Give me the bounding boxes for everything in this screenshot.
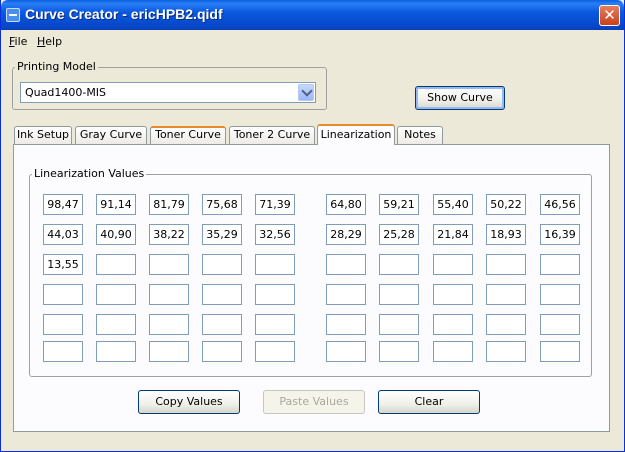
linearization-value-input[interactable]: [486, 254, 526, 275]
menu-help-label: elp: [45, 35, 63, 48]
linearization-value-input[interactable]: 40,90: [96, 224, 136, 245]
linearization-value-input[interactable]: 38,22: [149, 224, 189, 245]
linearization-value-input[interactable]: 44,03: [43, 224, 83, 245]
linearization-value-input[interactable]: 32,56: [255, 224, 295, 245]
linearization-value-input[interactable]: [326, 341, 366, 362]
linearization-value-input[interactable]: 50,22: [486, 194, 526, 215]
linearization-value-input[interactable]: [255, 284, 295, 305]
show-curve-button[interactable]: Show Curve: [415, 86, 505, 110]
linearization-value-input[interactable]: [202, 284, 242, 305]
window-title: Curve Creator - ericHPB2.qidf: [25, 6, 223, 22]
linearization-value-input[interactable]: [149, 341, 189, 362]
printing-model-select[interactable]: Quad1400-MIS: [20, 82, 316, 103]
linearization-value-input[interactable]: [379, 254, 419, 275]
menu-bar: File Help: [2, 30, 623, 52]
printing-model-value: Quad1400-MIS: [25, 86, 107, 99]
linearization-value-input[interactable]: [43, 314, 83, 335]
linearization-value-input[interactable]: [486, 284, 526, 305]
linearization-value-input[interactable]: [379, 341, 419, 362]
tab-toner-curve[interactable]: Toner Curve: [150, 126, 226, 144]
linearization-value-input[interactable]: [43, 284, 83, 305]
linearization-value-input[interactable]: [202, 314, 242, 335]
linearization-value-input[interactable]: [202, 341, 242, 362]
linearization-value-input[interactable]: [486, 314, 526, 335]
linearization-value-input[interactable]: 59,21: [379, 194, 419, 215]
linearization-value-input[interactable]: [326, 284, 366, 305]
linearization-value-input[interactable]: 55,40: [433, 194, 473, 215]
linearization-values-legend: Linearization Values: [32, 167, 147, 180]
linearization-value-input[interactable]: 46,56: [540, 194, 580, 215]
tab-gray-curve[interactable]: Gray Curve: [75, 126, 147, 144]
linearization-value-input[interactable]: [540, 341, 580, 362]
linearization-value-input[interactable]: [540, 254, 580, 275]
linearization-value-input[interactable]: 75,68: [202, 194, 242, 215]
linearization-value-input[interactable]: 13,55: [43, 254, 83, 275]
tab-ink-setup[interactable]: Ink Setup: [14, 126, 72, 144]
linearization-value-input[interactable]: [433, 341, 473, 362]
linearization-value-input[interactable]: [433, 284, 473, 305]
linearization-value-input[interactable]: [255, 341, 295, 362]
linearization-value-input[interactable]: [43, 341, 83, 362]
printing-model-legend: Printing Model: [15, 60, 98, 73]
linearization-value-input[interactable]: [486, 341, 526, 362]
linearization-value-input[interactable]: 35,29: [202, 224, 242, 245]
linearization-value-input[interactable]: 91,14: [96, 194, 136, 215]
linearization-value-input[interactable]: [540, 284, 580, 305]
linearization-value-input[interactable]: 25,28: [379, 224, 419, 245]
linearization-value-input[interactable]: [149, 314, 189, 335]
linearization-value-input[interactable]: [255, 254, 295, 275]
linearization-value-input[interactable]: [96, 341, 136, 362]
linearization-value-input[interactable]: [540, 314, 580, 335]
linearization-value-input[interactable]: [149, 284, 189, 305]
linearization-value-input[interactable]: 16,39: [540, 224, 580, 245]
app-icon[interactable]: [6, 8, 20, 22]
linearization-value-input[interactable]: [96, 254, 136, 275]
menu-file-label: ile: [14, 35, 28, 48]
tab-linearization[interactable]: Linearization: [317, 124, 395, 145]
linearization-value-input[interactable]: [149, 254, 189, 275]
close-icon[interactable]: ✕: [599, 5, 620, 26]
chevron-down-icon[interactable]: [298, 84, 314, 101]
linearization-value-input[interactable]: 98,47: [43, 194, 83, 215]
linearization-value-input[interactable]: 28,29: [326, 224, 366, 245]
linearization-value-input[interactable]: [326, 254, 366, 275]
title-bar[interactable]: Curve Creator - ericHPB2.qidf ✕: [1, 0, 624, 30]
linearization-value-input[interactable]: 64,80: [326, 194, 366, 215]
menu-file[interactable]: File: [9, 35, 27, 48]
linearization-value-input[interactable]: [96, 284, 136, 305]
copy-values-button[interactable]: Copy Values: [138, 390, 240, 414]
linearization-value-input[interactable]: [379, 314, 419, 335]
clear-button[interactable]: Clear: [378, 390, 480, 414]
linearization-value-input[interactable]: 71,39: [255, 194, 295, 215]
linearization-value-input[interactable]: [379, 284, 419, 305]
tab-notes[interactable]: Notes: [397, 126, 443, 144]
main-window: Curve Creator - ericHPB2.qidf ✕ File Hel…: [0, 0, 625, 452]
linearization-value-input[interactable]: [433, 254, 473, 275]
linearization-value-input[interactable]: 21,84: [433, 224, 473, 245]
paste-values-button[interactable]: Paste Values: [263, 390, 365, 414]
linearization-value-input[interactable]: [255, 314, 295, 335]
linearization-value-input[interactable]: [96, 314, 136, 335]
menu-help[interactable]: Help: [37, 35, 62, 48]
linearization-value-input[interactable]: [202, 254, 242, 275]
linearization-value-input[interactable]: [433, 314, 473, 335]
linearization-value-input[interactable]: 18,93: [486, 224, 526, 245]
linearization-value-input[interactable]: 81,79: [149, 194, 189, 215]
linearization-value-input[interactable]: [326, 314, 366, 335]
tab-toner-2-curve[interactable]: Toner 2 Curve: [229, 126, 315, 144]
